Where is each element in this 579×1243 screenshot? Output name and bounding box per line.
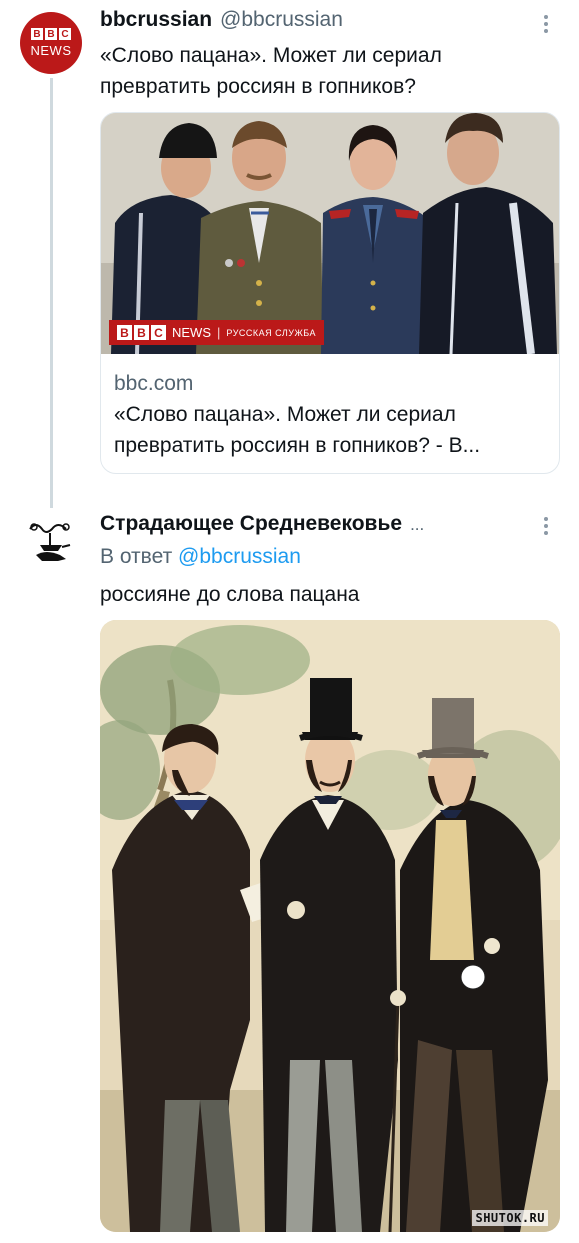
author-handle[interactable]: @bbcrussian xyxy=(220,8,343,32)
bbc-logo-letter: B xyxy=(31,28,43,40)
author-name-ellipsis: ... xyxy=(410,515,425,534)
bbc-logo-letter: C xyxy=(151,325,166,340)
tweet2-attached-image[interactable]: SHUTOK.RU xyxy=(100,620,560,1232)
suffering-middle-ages-avatar[interactable] xyxy=(22,515,80,573)
bbc-logo-blocks: B B C xyxy=(117,325,166,340)
bbc-russian-service-banner: B B C NEWS | РУССКАЯ СЛУЖБА xyxy=(109,320,325,345)
reply-prefix: В ответ xyxy=(100,545,173,568)
card-domain: bbc.com xyxy=(114,372,194,395)
author-name[interactable]: Страдающее Средневековье xyxy=(100,512,402,536)
bbc-logo-news-text: NEWS xyxy=(30,43,72,58)
more-dots-icon[interactable] xyxy=(534,514,558,538)
card-body: bbc.com «Слово пацана». Может ли сериал … xyxy=(114,369,546,461)
card-title-line: превратить россиян в гопников? - В... xyxy=(114,434,481,457)
banner-separator: | xyxy=(217,325,221,340)
medieval-doodle-icon xyxy=(22,515,80,573)
victorian-gentlemen-engraving xyxy=(100,620,560,1232)
thread-connector-line xyxy=(50,78,53,508)
bbc-logo-letter: B xyxy=(45,28,57,40)
banner-news-text: NEWS xyxy=(172,325,211,340)
tweet-text-line: превратить россиян в гопников? xyxy=(100,75,416,98)
bbc-logo-letter: C xyxy=(59,28,71,40)
more-dots-icon[interactable] xyxy=(534,12,558,36)
bbcrussian-avatar[interactable]: B B C NEWS xyxy=(20,12,82,74)
card-image-series-cast-photo: B B C NEWS | РУССКАЯ СЛУЖБА xyxy=(101,113,559,354)
tweet2-text: россияне до слова пацана xyxy=(100,583,360,606)
tweet1-text: «Слово пацана». Может ли сериал преврати… xyxy=(100,40,442,102)
reply-context: В ответ @bbcrussian xyxy=(100,545,301,569)
tweet1-header: bbcrussian @bbcrussian xyxy=(100,8,343,32)
link-preview-card[interactable]: B B C NEWS | РУССКАЯ СЛУЖБА bbc.com «Сло… xyxy=(100,112,560,474)
author-name[interactable]: bbcrussian xyxy=(100,8,212,32)
reply-mention-link[interactable]: @bbcrussian xyxy=(178,545,301,568)
card-title-line: «Слово пацана». Может ли сериал xyxy=(114,403,456,426)
bbc-logo-letter: B xyxy=(117,325,132,340)
banner-service-text: РУССКАЯ СЛУЖБА xyxy=(226,327,317,338)
watermark-text: SHUTOK.RU xyxy=(472,1210,548,1226)
bbc-logo-letter: B xyxy=(134,325,149,340)
tweet2-header: Страдающее Средневековье ... xyxy=(100,512,424,536)
tweet-text-line: «Слово пацана». Может ли сериал xyxy=(100,44,442,67)
cast-photo-illustration xyxy=(101,113,559,354)
bbc-logo-blocks: B B C xyxy=(31,28,71,40)
